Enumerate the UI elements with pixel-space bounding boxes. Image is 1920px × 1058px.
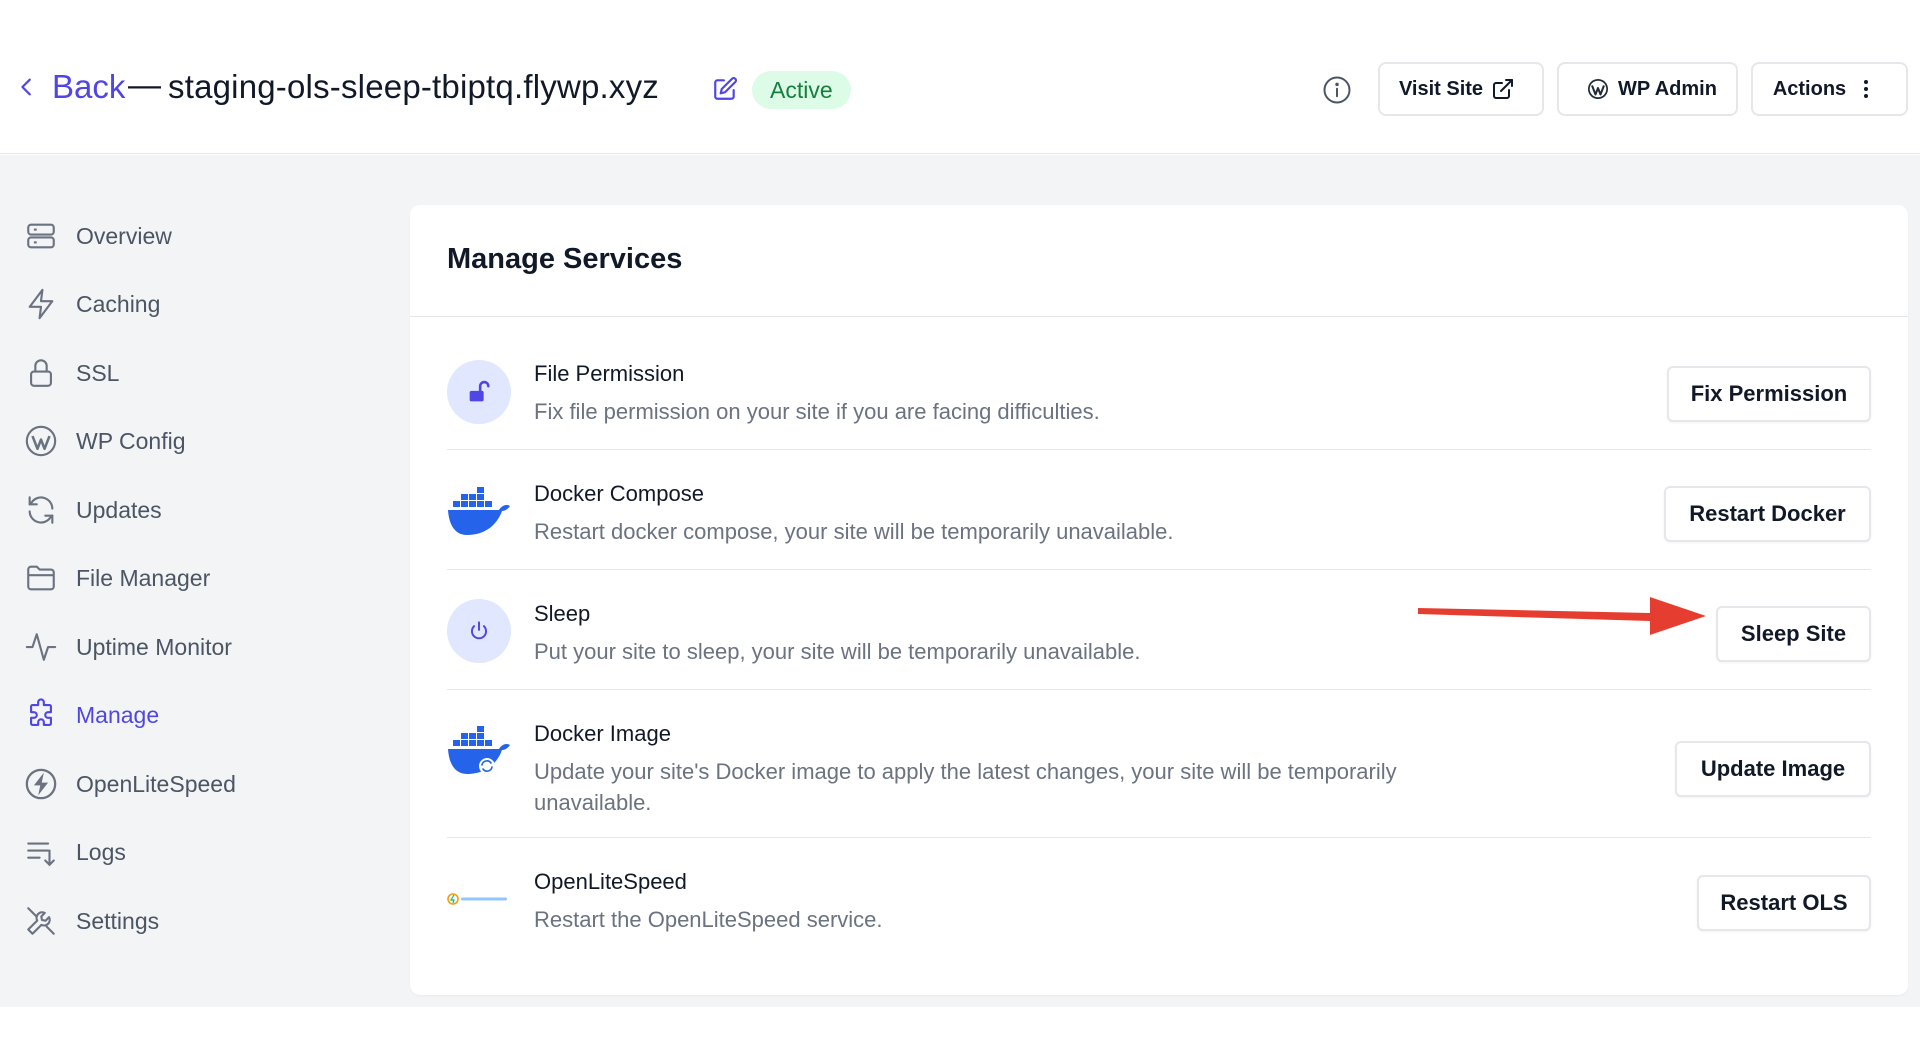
folder-icon	[22, 559, 60, 597]
divider	[447, 837, 1871, 838]
bolt-icon	[22, 285, 60, 323]
back-link[interactable]: Back	[16, 68, 125, 106]
service-description: Fix file permission on your site if you …	[534, 399, 1100, 424]
service-name: Docker Image	[534, 721, 671, 746]
sidebar-item-caching[interactable]: Caching	[22, 284, 160, 324]
info-icon[interactable]	[1322, 75, 1352, 105]
sidebar-item-wp-config[interactable]: WP Config	[22, 421, 186, 461]
service-description: Restart the OpenLiteSpeed service.	[534, 907, 883, 932]
chevron-left-icon	[21, 78, 31, 96]
sidebar-item-uptime-monitor[interactable]: Uptime Monitor	[22, 627, 232, 667]
sidebar-item-label: SSL	[76, 359, 120, 386]
back-label: Back	[52, 68, 126, 105]
service-description: Restart docker compose, your site will b…	[534, 519, 1174, 544]
sidebar-item-label: Overview	[76, 222, 172, 249]
docker-refresh-icon	[447, 718, 511, 782]
external-link-icon	[1493, 79, 1514, 99]
lock-icon	[22, 354, 60, 392]
update-image-button[interactable]: Update Image	[1675, 741, 1871, 797]
sidebar-item-label: Manage	[76, 701, 160, 728]
server-icon	[22, 217, 60, 255]
visit-site-button[interactable]: Visit Site	[1378, 62, 1544, 116]
wp-admin-label: WP Admin	[1618, 77, 1717, 100]
sidebar-item-label: WP Config	[76, 427, 186, 454]
actions-button[interactable]: Actions	[1751, 62, 1908, 116]
sidebar-item-openlitespeed[interactable]: OpenLiteSpeed	[22, 764, 236, 804]
sidebar-item-label: OpenLiteSpeed	[76, 770, 236, 797]
restart-docker-button[interactable]: Restart Docker	[1664, 486, 1871, 542]
tools-icon	[22, 902, 60, 940]
top-header: Back — staging-ols-sleep-tbiptq.flywp.xy…	[0, 0, 1920, 154]
sidebar-item-label: Caching	[76, 290, 161, 317]
list-icon	[22, 833, 60, 871]
service-row-docker-image: Docker Image Update your site's Docker i…	[447, 713, 1871, 833]
service-row-file-permission: File Permission Fix file permission on y…	[447, 353, 1871, 441]
sidebar-item-settings[interactable]: Settings	[22, 901, 159, 941]
sidebar-item-updates[interactable]: Updates	[22, 490, 162, 530]
sidebar-item-manage[interactable]: Manage	[22, 695, 159, 735]
refresh-icon	[22, 491, 60, 529]
divider	[447, 569, 1871, 570]
restart-ols-button[interactable]: Restart OLS	[1697, 875, 1871, 931]
red-arrow-annotation	[1418, 597, 1706, 635]
page-title: staging-ols-sleep-tbiptq.flywp.xyz	[168, 68, 660, 105]
divider	[410, 316, 1908, 317]
unlock-icon	[447, 360, 511, 424]
sidebar-item-label: Settings	[76, 907, 160, 934]
more-vertical-icon	[1864, 80, 1869, 98]
service-name: OpenLiteSpeed	[534, 869, 687, 894]
service-row-docker-compose: Docker Compose Restart docker compose, y…	[447, 473, 1871, 561]
sleep-site-button[interactable]: Sleep Site	[1716, 606, 1871, 662]
service-description: Put your site to sleep, your site will b…	[534, 639, 1141, 664]
divider	[447, 689, 1871, 690]
service-name: File Permission	[534, 361, 685, 386]
status-badge: Active	[752, 71, 851, 109]
section-title: Manage Services	[447, 243, 683, 275]
pulse-icon	[22, 628, 60, 666]
sidebar-item-label: File Manager	[76, 564, 211, 591]
sidebar-item-label: Uptime Monitor	[76, 633, 232, 660]
page-footer-area	[0, 1007, 1920, 1058]
actions-label: Actions	[1772, 77, 1847, 100]
service-description: Update your site's Docker image to apply…	[534, 759, 1397, 815]
openlitespeed-icon	[22, 765, 60, 803]
fix-permission-button[interactable]: Fix Permission	[1667, 366, 1871, 422]
sidebar-item-overview[interactable]: Overview	[22, 216, 172, 256]
title-separator: —	[128, 66, 161, 103]
docker-icon	[447, 479, 511, 543]
sidebar-item-label: Updates	[76, 496, 162, 523]
external-edit-icon[interactable]	[712, 76, 738, 102]
sidebar-item-label: Logs	[76, 838, 126, 865]
wp-admin-button[interactable]: WP Admin	[1557, 62, 1738, 116]
sidebar-item-logs[interactable]: Logs	[22, 832, 126, 872]
openlitespeed-logo	[447, 867, 511, 931]
service-name: Sleep	[534, 601, 591, 626]
wordpress-icon	[22, 422, 60, 460]
wordpress-icon	[1588, 79, 1609, 99]
puzzle-icon	[22, 696, 60, 734]
service-name: Docker Compose	[534, 481, 704, 506]
divider	[447, 449, 1871, 450]
sidebar-item-file-manager[interactable]: File Manager	[22, 558, 210, 598]
power-icon	[447, 599, 511, 663]
service-row-openlitespeed: OpenLiteSpeed Restart the OpenLiteSpeed …	[447, 861, 1871, 949]
visit-site-label: Visit Site	[1398, 77, 1484, 100]
sidebar-item-ssl[interactable]: SSL	[22, 353, 119, 393]
